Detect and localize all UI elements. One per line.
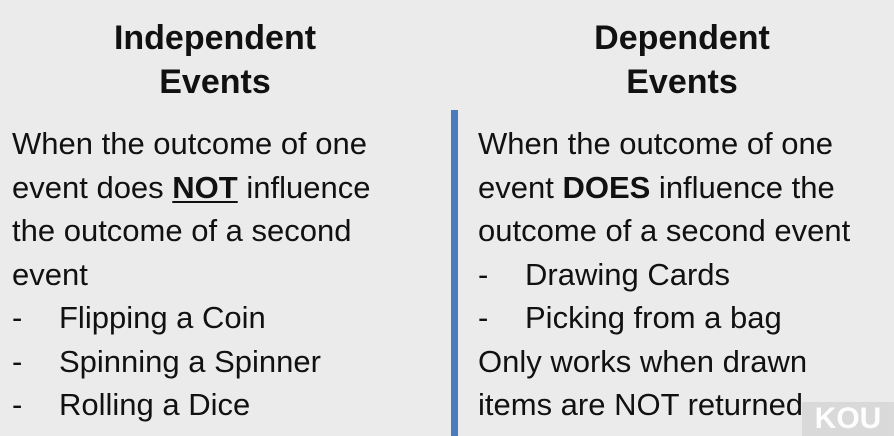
dependent-events-body: When the outcome of one event DOES influ… [478, 122, 888, 427]
emphasis-not: NOT [172, 169, 238, 205]
definition-text: influence the [650, 169, 835, 205]
dependent-events-heading: Dependent Events [478, 16, 886, 104]
definition-text: event does [12, 169, 173, 205]
independent-events-heading: Independent Events [12, 16, 418, 104]
heading-line: Events [159, 63, 271, 101]
example-text: Picking from a bag [525, 300, 782, 335]
example-text: Flipping a Coin [59, 300, 266, 335]
example-text: Rolling a Dice [59, 387, 251, 422]
definition-text: influence [237, 169, 371, 205]
watermark-logo: KOU [802, 402, 894, 436]
example-item: - Rolling a Dice [12, 383, 432, 427]
column-divider [451, 110, 458, 436]
bullet-dash: - [12, 343, 23, 379]
definition-line: outcome of a second event [478, 213, 851, 248]
bullet-dash: - [12, 300, 23, 335]
bullet-dash: - [478, 300, 489, 335]
definition-line: event DOES influence the [478, 166, 888, 210]
definition-line: event does NOT influence [12, 166, 432, 210]
note-line: Only works when drawn [478, 343, 808, 379]
heading-line: Events [626, 63, 738, 101]
example-item: - Drawing Cards [478, 253, 888, 297]
example-item: - Spinning a Spinner [12, 340, 432, 384]
definition-line: When the outcome of one [478, 126, 834, 161]
definition-line: event [12, 256, 88, 292]
heading-line: Dependent [594, 19, 770, 57]
definition-line: the outcome of a second [12, 213, 352, 248]
dependent-events-column: Dependent Events When the outcome of one… [478, 0, 888, 427]
bullet-dash: - [12, 387, 23, 422]
example-item: - Picking from a bag [478, 296, 888, 340]
independent-events-column: Independent Events When the outcome of o… [12, 0, 432, 427]
example-item: - Flipping a Coin [12, 296, 432, 340]
definition-line: When the outcome of one [12, 126, 368, 161]
heading-line: Independent [113, 19, 317, 57]
example-text: Drawing Cards [525, 256, 731, 292]
independent-events-body: When the outcome of one event does NOT i… [12, 122, 432, 427]
emphasis-does: DOES [562, 169, 651, 205]
bullet-dash: - [478, 256, 489, 292]
example-text: Spinning a Spinner [59, 343, 321, 379]
definition-text: event [478, 169, 563, 205]
